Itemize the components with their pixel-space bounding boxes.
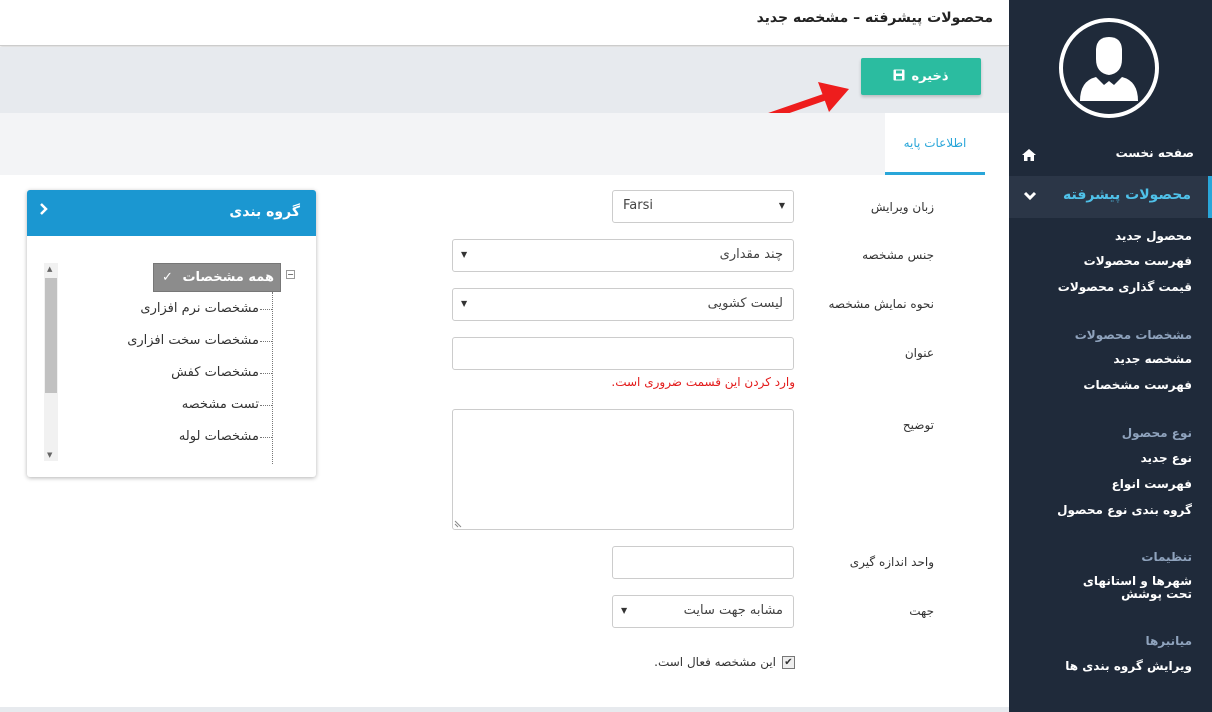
group-panel-header: گروه بندی bbox=[27, 190, 316, 236]
tree-connector bbox=[260, 373, 272, 374]
user-avatar[interactable] bbox=[1059, 18, 1159, 118]
direction-label: جهت bbox=[909, 604, 934, 618]
sidebar-active-label: محصولات پیشرفته bbox=[1063, 187, 1191, 203]
sidebar-home-label: صفحه نخست bbox=[1115, 146, 1194, 160]
scroll-down-icon[interactable]: ▼ bbox=[47, 451, 52, 459]
title-input[interactable] bbox=[452, 337, 794, 370]
page-title: محصولات پیشرفته – مشخصه جدید bbox=[756, 10, 993, 26]
active-checkbox-row[interactable]: ✔ این مشخصه فعال است. bbox=[640, 655, 795, 669]
sidebar-item-product-list[interactable]: فهرست محصولات bbox=[1084, 254, 1192, 268]
sidebar-item-cities[interactable]: شهرها و استانهای تحت پوشش bbox=[1062, 575, 1192, 601]
tree-item[interactable]: تست مشخصه bbox=[182, 397, 259, 412]
scrollbar-thumb[interactable] bbox=[45, 278, 57, 393]
chevron-down-icon bbox=[1023, 190, 1037, 205]
title-error-message: وارد کردن این قسمت ضروری است. bbox=[611, 375, 795, 389]
unit-input[interactable] bbox=[612, 546, 794, 579]
caret-down-icon: ▼ bbox=[778, 201, 785, 210]
tree-connector bbox=[272, 292, 273, 464]
feature-type-label: جنس مشخصه bbox=[862, 248, 934, 262]
caret-down-icon: ▼ bbox=[621, 606, 628, 615]
tree-connector bbox=[260, 405, 272, 406]
direction-select[interactable]: مشابه جهت سایت ▼ bbox=[612, 595, 794, 628]
caret-down-icon: ▼ bbox=[461, 299, 468, 308]
tree-connector bbox=[260, 437, 272, 438]
caret-down-icon: ▼ bbox=[461, 250, 468, 259]
sidebar-item-new-type[interactable]: نوع جدید bbox=[1141, 451, 1192, 465]
toolbar: ذخیره bbox=[0, 47, 1009, 134]
user-icon bbox=[1080, 37, 1138, 101]
display-mode-value: لیست کشویی bbox=[707, 296, 783, 311]
top-header: محصولات پیشرفته – مشخصه جدید bbox=[0, 0, 1009, 46]
sidebar-heading-features: مشخصات محصولات bbox=[1074, 328, 1192, 342]
sidebar-item-home[interactable]: صفحه نخست bbox=[1009, 144, 1212, 166]
tree-connector bbox=[260, 309, 272, 310]
check-icon: ✓ bbox=[162, 270, 173, 285]
tree-item[interactable]: مشخصات نرم افزاری bbox=[140, 301, 259, 316]
edit-language-select[interactable]: Farsi ▼ bbox=[612, 190, 794, 223]
feature-type-value: چند مقداری bbox=[719, 247, 783, 262]
sidebar-item-new-product[interactable]: محصول جدید bbox=[1115, 229, 1192, 243]
sidebar-item-type-list[interactable]: فهرست انواع bbox=[1112, 477, 1192, 491]
bottom-border bbox=[0, 707, 1009, 712]
collapse-toggle-icon[interactable]: − bbox=[286, 270, 295, 279]
active-checkbox-label: این مشخصه فعال است. bbox=[654, 655, 776, 669]
tabs-bar bbox=[0, 113, 985, 175]
tree-root-label: همه مشخصات bbox=[182, 270, 274, 285]
sidebar-heading-settings: تنظیمات bbox=[1141, 550, 1192, 564]
sidebar: صفحه نخست محصولات پیشرفته محصول جدید فهر… bbox=[1009, 0, 1212, 712]
home-icon bbox=[1021, 148, 1037, 166]
save-button[interactable]: ذخیره bbox=[861, 58, 981, 95]
feature-type-select[interactable]: چند مقداری ▼ bbox=[452, 239, 794, 272]
sidebar-item-edit-groupings[interactable]: ویرایش گروه بندی ها bbox=[1065, 659, 1192, 673]
chevron-right-icon[interactable] bbox=[39, 201, 49, 220]
resize-handle-icon bbox=[454, 520, 462, 528]
group-panel: گروه بندی ▲ ▼ − همه مشخصات ✓ مشخصات نرم … bbox=[27, 190, 316, 477]
sidebar-item-type-grouping[interactable]: گروه بندی نوع محصول bbox=[1057, 503, 1192, 517]
title-label: عنوان bbox=[904, 346, 934, 360]
save-label: ذخیره bbox=[911, 69, 949, 84]
tree-item[interactable]: مشخصات لوله bbox=[179, 429, 259, 444]
tree-item[interactable]: مشخصات سخت افزاری bbox=[127, 333, 259, 348]
display-mode-select[interactable]: لیست کشویی ▼ bbox=[452, 288, 794, 321]
sidebar-item-new-feature[interactable]: مشخصه جدید bbox=[1113, 352, 1192, 366]
sidebar-item-product-pricing[interactable]: قیمت گذاری محصولات bbox=[1058, 280, 1192, 294]
tree-connector bbox=[260, 341, 272, 342]
description-textarea[interactable] bbox=[452, 409, 794, 530]
tree-scrollbar[interactable]: ▲ ▼ bbox=[44, 263, 58, 461]
sidebar-heading-types: نوع محصول bbox=[1121, 426, 1192, 440]
scroll-up-icon[interactable]: ▲ bbox=[47, 265, 52, 273]
sidebar-item-feature-list[interactable]: فهرست مشخصات bbox=[1083, 378, 1192, 392]
tree-root-node[interactable]: همه مشخصات ✓ bbox=[153, 263, 281, 292]
tree-item[interactable]: مشخصات کفش bbox=[171, 365, 259, 380]
sidebar-heading-shortcuts: میانبرها bbox=[1145, 634, 1192, 648]
direction-value: مشابه جهت سایت bbox=[683, 603, 783, 618]
tab-basic-info[interactable]: اطلاعات پایه bbox=[885, 113, 985, 175]
unit-label: واحد اندازه گیری bbox=[849, 555, 934, 569]
group-panel-title: گروه بندی bbox=[229, 204, 300, 220]
edit-language-label: زبان ویرایش bbox=[870, 200, 934, 214]
floppy-icon bbox=[893, 69, 905, 85]
app: محصولات پیشرفته – مشخصه جدید ذخیره اطلاع… bbox=[0, 0, 1212, 712]
edit-language-value: Farsi bbox=[623, 198, 653, 213]
active-checkbox[interactable]: ✔ bbox=[782, 655, 795, 669]
sidebar-item-advanced-products[interactable]: محصولات پیشرفته bbox=[1009, 176, 1212, 218]
display-mode-label: نحوه نمایش مشخصه bbox=[828, 297, 935, 311]
description-label: توضیح bbox=[902, 418, 934, 432]
